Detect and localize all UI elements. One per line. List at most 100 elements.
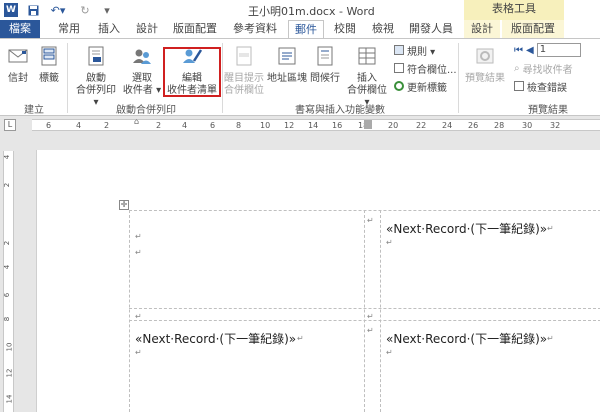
tab-review[interactable]: 校閱 bbox=[328, 20, 362, 38]
save-icon[interactable] bbox=[26, 3, 40, 17]
tab-selector[interactable]: L bbox=[4, 119, 16, 131]
address-block-label: 地址區塊 bbox=[267, 73, 307, 84]
paragraph-mark: ↵ bbox=[367, 216, 374, 225]
table-left-border bbox=[129, 210, 130, 412]
horizontal-ruler[interactable]: L 6 4 2 2 4 6 8 10 12 14 16 18 20 22 24 … bbox=[0, 117, 600, 133]
word-logo-icon: W bbox=[4, 3, 18, 17]
find-recipient-label: 尋找收件者 bbox=[522, 64, 573, 76]
paragraph-mark: ↵ bbox=[367, 312, 374, 321]
document-page[interactable]: ✛ ↵ ↵ ↵ «Next·Record·(下一筆紀錄)» ↵ ↵ ↵ ↵ «N… bbox=[36, 150, 600, 412]
insert-merge-field-button[interactable]: 插入 合併欄位 ▾ bbox=[344, 45, 390, 109]
tab-table-layout[interactable]: 版面配置 bbox=[502, 20, 564, 38]
redo-icon[interactable]: ↻ bbox=[78, 3, 92, 17]
ruler-number: 4 bbox=[182, 121, 188, 130]
tab-table-design[interactable]: 設計 bbox=[464, 20, 500, 38]
start-merge-icon bbox=[88, 46, 104, 66]
select-recipients-button[interactable]: 選取 收件者 ▾ bbox=[122, 45, 162, 97]
next-record-field[interactable]: «Next·Record·(下一筆紀錄)» bbox=[386, 220, 547, 237]
preview-results-button[interactable]: 預覽結果 bbox=[462, 45, 508, 85]
next-record-field[interactable]: «Next·Record·(下一筆紀錄)» bbox=[386, 330, 547, 347]
highlight-fields-label-2: 合併欄位 bbox=[224, 85, 264, 96]
highlight-box bbox=[163, 47, 221, 97]
ruler-number: 14 bbox=[308, 121, 319, 130]
tab-layout[interactable]: 版面配置 bbox=[168, 20, 222, 38]
select-recipients-label-1: 選取 bbox=[132, 73, 152, 84]
find-recipient-button[interactable]: ⌕ 尋找收件者 bbox=[514, 61, 573, 76]
ruler-number: 20 bbox=[388, 121, 399, 130]
ruler-number: 6 bbox=[210, 121, 216, 130]
envelopes-button[interactable]: 信封 bbox=[4, 45, 32, 85]
tab-design[interactable]: 設計 bbox=[130, 20, 164, 38]
address-block-button[interactable]: 地址區塊 bbox=[266, 45, 308, 85]
column-marker-icon[interactable] bbox=[364, 120, 372, 129]
vruler-number: 6 bbox=[3, 292, 12, 298]
labels-button[interactable]: 標籤 bbox=[34, 45, 64, 85]
ruler-number: 10 bbox=[260, 121, 271, 130]
record-number-input[interactable]: 1 bbox=[536, 43, 581, 57]
tab-view[interactable]: 檢視 bbox=[366, 20, 400, 38]
start-mail-merge-button[interactable]: 啟動 合併列印 ▾ bbox=[72, 45, 120, 109]
group-separator bbox=[458, 43, 459, 113]
update-labels-icon bbox=[394, 81, 404, 91]
update-labels-label: 更新標籤 bbox=[407, 82, 447, 94]
tab-file[interactable]: 檔案 bbox=[0, 20, 40, 38]
vruler-number: 14 bbox=[5, 394, 14, 404]
match-fields-button[interactable]: 符合欄位... bbox=[394, 61, 457, 76]
tab-insert[interactable]: 插入 bbox=[92, 20, 126, 38]
ruler-number: 12 bbox=[284, 121, 295, 130]
ruler-number: 6 bbox=[46, 121, 52, 130]
group-separator bbox=[67, 43, 68, 113]
ruler-number: 2 bbox=[156, 121, 162, 130]
greeting-line-button[interactable]: 問候行 bbox=[308, 45, 342, 85]
recipients-icon bbox=[133, 49, 151, 64]
ribbon: 信封 標籤 建立 啟動 合併列印 ▾ 選取 收件者 ▾ 編輯 收件者清單 啟動合… bbox=[0, 38, 600, 116]
ruler-number: 32 bbox=[550, 121, 561, 130]
update-labels-button[interactable]: 更新標籤 bbox=[394, 79, 447, 94]
undo-icon[interactable]: ↶▾ bbox=[48, 3, 68, 17]
highlight-fields-label-1: 醒目提示 bbox=[224, 73, 264, 84]
group-create-label: 建立 bbox=[24, 105, 44, 116]
find-recipient-icon: ⌕ bbox=[514, 62, 520, 74]
vruler-number: 12 bbox=[5, 368, 14, 378]
vertical-ruler[interactable]: 4 2 2 4 6 8 10 12 14 bbox=[0, 133, 16, 412]
ruler-number: 8 bbox=[236, 121, 242, 130]
vruler-number: 2 bbox=[3, 240, 12, 246]
vruler-number: 10 bbox=[5, 342, 14, 352]
table-move-handle-icon[interactable]: ✛ bbox=[119, 200, 129, 210]
check-errors-button[interactable]: 檢查錯誤 bbox=[514, 79, 567, 94]
highlight-fields-icon bbox=[236, 46, 252, 66]
envelope-icon bbox=[8, 49, 28, 63]
check-errors-icon bbox=[514, 81, 524, 91]
title-bar: W ↶▾ ↻ ▾ 王小明01m.docx - Word 表格工具 bbox=[0, 0, 600, 20]
highlight-merge-fields-button[interactable]: 醒目提示 合併欄位 bbox=[224, 45, 264, 97]
rules-label: 規則 ▾ bbox=[407, 46, 436, 58]
paragraph-mark: ↵ bbox=[386, 238, 393, 247]
group-start-merge-label: 啟動合併列印 bbox=[116, 105, 176, 116]
window-title: 王小明01m.docx - Word bbox=[248, 5, 375, 18]
table-tools-header: 表格工具 bbox=[464, 0, 564, 20]
insert-field-icon bbox=[358, 47, 376, 65]
rules-icon bbox=[394, 45, 404, 55]
ruler-number: 16 bbox=[332, 121, 343, 130]
customize-qat-icon[interactable]: ▾ bbox=[100, 3, 114, 17]
ruler-number: 26 bbox=[468, 121, 479, 130]
match-fields-icon bbox=[394, 63, 404, 73]
tab-mailings[interactable]: 郵件 bbox=[288, 20, 324, 39]
tab-references[interactable]: 參考資料 bbox=[228, 20, 282, 38]
start-merge-label-1: 啟動 bbox=[86, 73, 106, 84]
rules-button[interactable]: 規則 ▾ bbox=[394, 43, 436, 58]
envelopes-label: 信封 bbox=[8, 73, 28, 84]
previous-record-icon[interactable]: ◀ bbox=[526, 45, 534, 56]
next-record-field[interactable]: «Next·Record·(下一筆紀錄)» bbox=[135, 330, 296, 347]
paragraph-mark: ↵ bbox=[367, 326, 374, 335]
paragraph-mark: ↵ bbox=[135, 248, 142, 257]
indent-marker-icon[interactable]: ⌂ bbox=[134, 117, 139, 126]
tab-developer[interactable]: 開發人員 bbox=[404, 20, 458, 38]
first-record-icon[interactable]: ⏮ bbox=[514, 45, 523, 56]
preview-results-label: 預覽結果 bbox=[465, 73, 505, 84]
vruler-number: 4 bbox=[3, 264, 12, 270]
tab-home[interactable]: 常用 bbox=[52, 20, 86, 38]
ruler-track: 6 4 2 2 4 6 8 10 12 14 16 18 20 22 24 26… bbox=[32, 117, 600, 131]
ruler-number: 22 bbox=[416, 121, 427, 130]
table-column-border bbox=[364, 210, 365, 412]
